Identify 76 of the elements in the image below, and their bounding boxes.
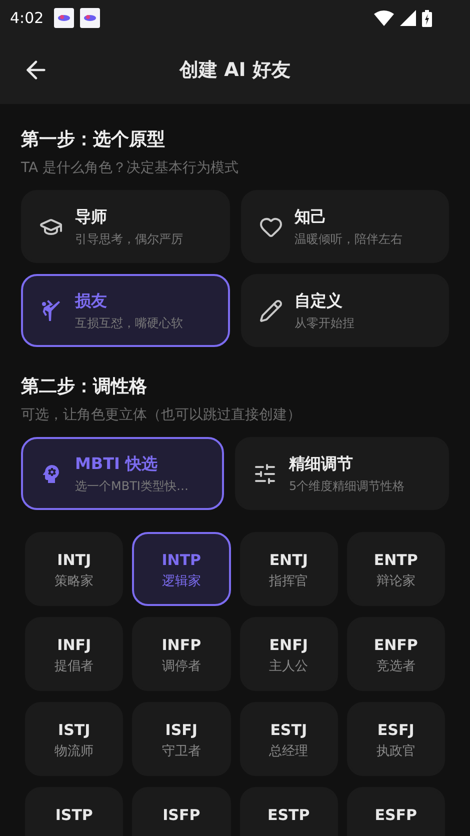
mbti-code: ISFJ [165,720,198,741]
mbti-type-card[interactable]: INTP 逻辑家 [132,532,230,606]
pencil-icon [258,298,282,322]
mbti-code: ISFP [162,805,200,826]
mbti-code: ENTP [374,550,418,571]
mbti-name: 主人公 [269,658,308,676]
mbti-code: ENTJ [269,550,308,571]
mbti-name: 守卫者 [162,743,201,761]
mbti-name: 执政官 [376,743,416,761]
mbti-type-card[interactable]: ENTJ 指挥官 [240,532,338,606]
app-notification-icon [80,8,100,28]
status-time: 4:02 [10,8,44,29]
mbti-type-card[interactable]: ESFJ 执政官 [346,702,445,776]
section-subtitle: TA 是什么角色？决定基本行为模式 [21,159,240,178]
mbti-type-card[interactable]: ESTP [240,787,338,836]
option-description: 选一个MBTI类型快… [75,478,188,494]
option-title: MBTI 快选 [75,452,159,474]
option-description: 5个维度精细调节性格 [289,478,405,494]
mbti-type-card[interactable]: ENFJ 主人公 [240,617,338,691]
mbti-type-card[interactable]: INFP 调停者 [132,617,230,691]
mbti-code: INFJ [57,635,92,656]
option-card[interactable]: 导师 引导思考，偶尔严厉 [21,190,230,263]
mbti-type-card[interactable]: ISTJ 物流师 [25,702,124,776]
mbti-code: ESTP [267,805,310,826]
option-card[interactable]: 知己 温暖倾听，陪伴左右 [240,190,449,263]
mbti-type-card[interactable]: ENFP 竞选者 [346,617,445,691]
option-description: 引导思考，偶尔严厉 [75,230,183,248]
mbti-code: ESTJ [270,720,308,741]
kicking-figure-icon [39,298,63,322]
mbti-type-card[interactable]: ENTP 辩论家 [346,532,445,606]
mbti-name: 调停者 [162,658,201,676]
mbti-code: ENFP [374,635,418,656]
mbti-name: 竞选者 [376,658,416,676]
section-title: 第二步：调性格 [21,375,148,399]
mbti-type-card[interactable]: ESTJ 总经理 [240,702,338,776]
mbti-name: 逻辑家 [162,573,201,591]
option-title: 导师 [75,206,108,228]
option-card[interactable]: 损友 互损互怼，嘴硬心软 [21,274,230,347]
mbti-type-card[interactable]: INTJ 策略家 [25,532,124,606]
battery-icon [422,10,432,26]
section-title: 第一步：选个原型 [21,128,166,152]
sliders-icon [253,462,277,486]
mbti-type-card[interactable]: ISFP [132,787,230,836]
option-description: 互损互怼，嘴硬心软 [75,314,183,332]
mbti-code: INTJ [57,550,92,571]
mbti-type-card[interactable]: INFJ 提倡者 [25,617,124,691]
mbti-code: ISTJ [58,720,90,741]
section-subtitle: 可选，让角色更立体（也可以跳过直接创建） [21,406,302,425]
signal-icon [400,10,416,26]
mbti-code: INFP [162,635,202,656]
mbti-code: ENFJ [269,635,308,656]
wifi-icon [374,10,394,26]
mbti-type-card[interactable]: ISTP [25,787,124,836]
option-card[interactable]: MBTI 快选 选一个MBTI类型快… [21,437,224,510]
mbti-name: 提倡者 [54,658,94,676]
option-card[interactable]: 自定义 从零开始捏 [240,274,449,347]
mbti-name: 指挥官 [269,573,308,591]
app-notification-icon [54,8,74,28]
mbti-code: ISTP [55,805,93,826]
mbti-type-card[interactable]: ISFJ 守卫者 [132,702,230,776]
mbti-code: INTP [162,550,202,571]
mbti-name: 物流师 [54,743,94,761]
mbti-name: 策略家 [54,573,94,591]
mbti-name: 辩论家 [376,573,416,591]
option-title: 精细调节 [289,452,354,474]
option-title: 自定义 [294,290,344,312]
mbti-code: ESFP [374,805,418,826]
option-description: 温暖倾听，陪伴左右 [294,230,402,248]
page-title: 创建 AI 好友 [179,58,290,83]
mbti-name: 总经理 [269,743,308,761]
option-description: 从零开始捏 [294,314,354,332]
option-title: 知己 [294,206,328,228]
mbti-type-card[interactable]: ESFP [346,787,445,836]
mbti-code: ESFJ [377,720,414,741]
option-title: 损友 [75,290,108,312]
option-card[interactable]: 精细调节 5个维度精细调节性格 [235,437,449,510]
